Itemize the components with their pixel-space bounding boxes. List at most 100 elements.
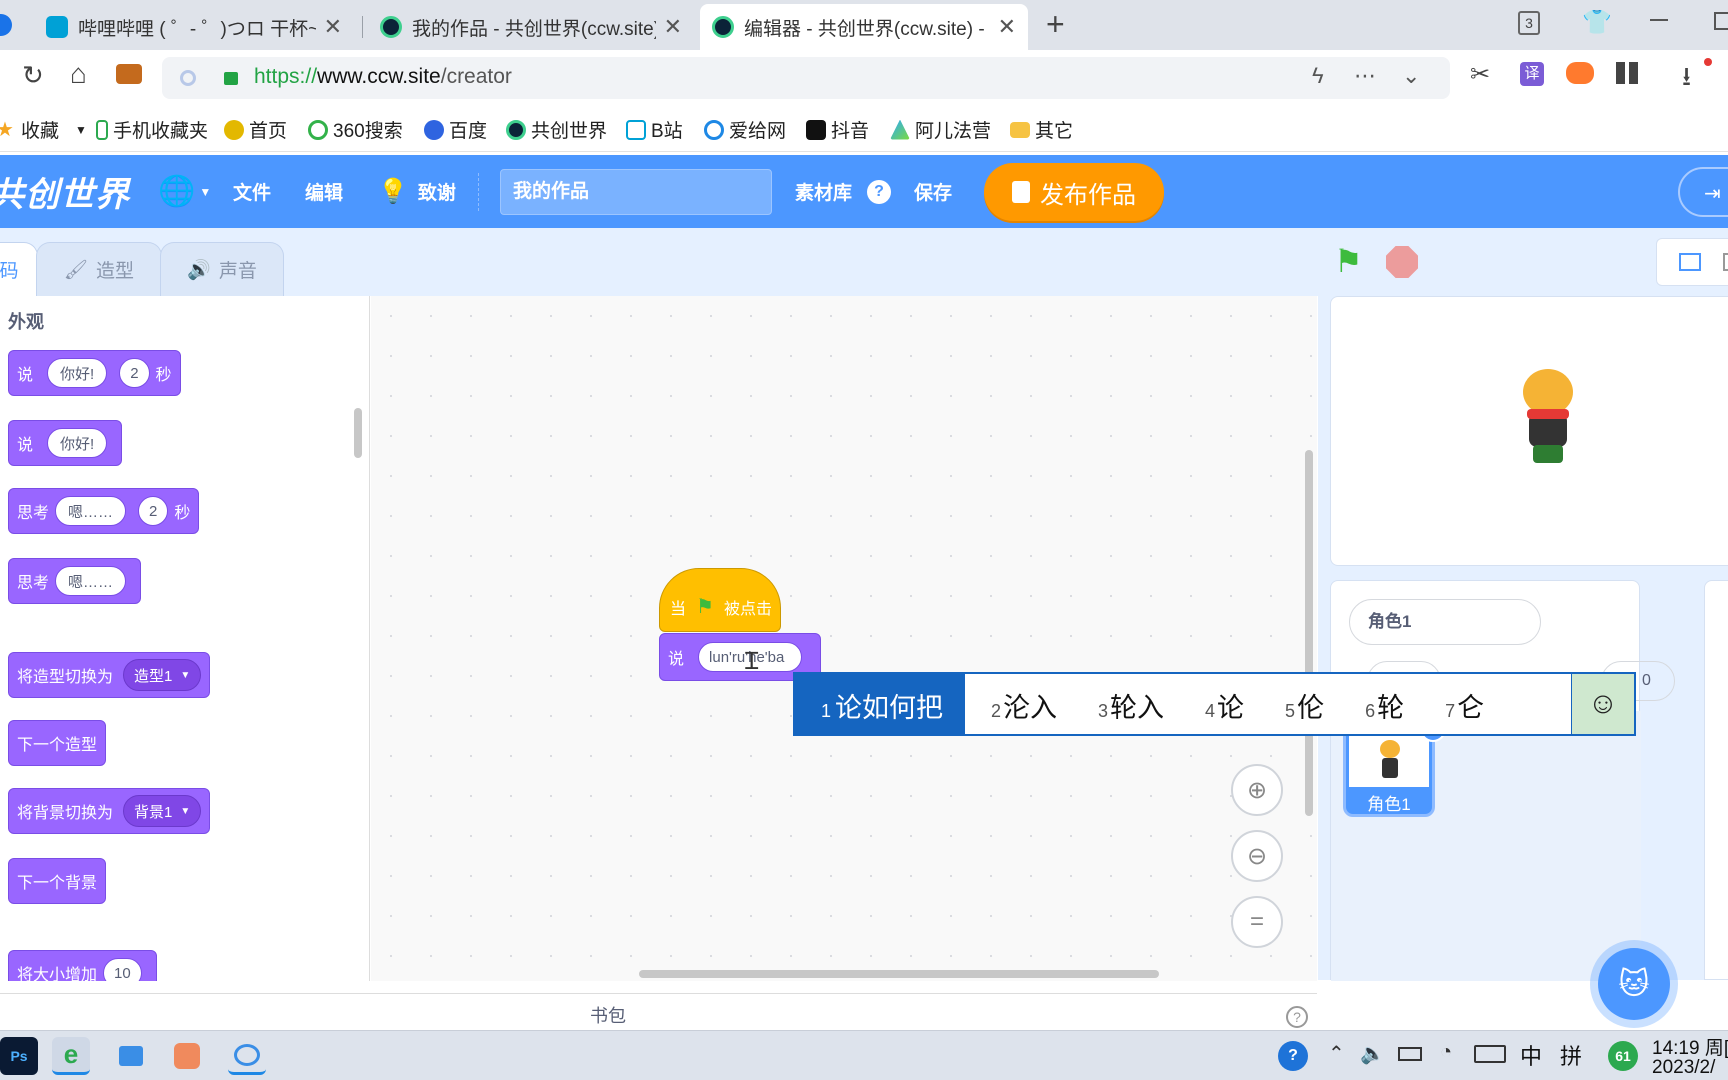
bookmark-baidu[interactable]: 百度 xyxy=(424,116,487,143)
block-number-input[interactable]: 2 xyxy=(119,358,150,388)
battery-icon[interactable] xyxy=(1398,1047,1422,1061)
tab-sounds[interactable]: 🔊 声音 xyxy=(160,242,284,296)
taskbar-game[interactable] xyxy=(168,1037,206,1075)
file-menu[interactable]: 文件 xyxy=(233,155,271,228)
block-think[interactable]: 思考 嗯…… xyxy=(8,558,142,604)
close-tab-icon[interactable]: ✕ xyxy=(998,14,1016,40)
backpack-bar[interactable]: 书包 ? xyxy=(0,993,1317,1029)
close-tab-icon[interactable]: ✕ xyxy=(324,14,342,40)
volume-icon[interactable]: 🔈 xyxy=(1360,1041,1385,1066)
ccw-logo[interactable]: 共创世界 xyxy=(0,155,130,228)
block-next-backdrop[interactable]: 下一个背景 xyxy=(8,858,107,904)
green-flag-button[interactable]: ⚑ xyxy=(1334,242,1363,280)
small-stage-icon[interactable] xyxy=(1679,253,1701,271)
sprite-name-input[interactable]: 角色1 xyxy=(1349,599,1541,645)
block-switch-backdrop[interactable]: 将背景切换为 背景1 ▼ xyxy=(8,788,211,834)
taskbar-app[interactable] xyxy=(228,1037,266,1075)
bookmark-bilibili[interactable]: B站 xyxy=(626,116,683,143)
bookmark-360[interactable]: 360搜索 xyxy=(308,116,403,143)
browser-tab-bilibili[interactable]: 哔哩哔哩 ( ゜- ゜)つロ 干杯~-b ✕ xyxy=(34,4,354,50)
layout-toggle[interactable] xyxy=(1656,238,1728,286)
ime-candidate-2[interactable]: 2沦入 xyxy=(991,686,1057,725)
clock-date[interactable]: 2023/2/ xyxy=(1652,1057,1715,1079)
scissors-icon[interactable]: ✂ xyxy=(1470,60,1490,89)
block-number-input[interactable]: 10 xyxy=(103,958,142,981)
shirt-icon[interactable]: 👕 xyxy=(1582,8,1612,37)
ime-candidate-6[interactable]: 6轮 xyxy=(1365,686,1404,725)
edit-menu[interactable]: 编辑 xyxy=(305,155,343,228)
close-tab-icon[interactable]: ✕ xyxy=(664,14,682,40)
lightning-icon[interactable]: ϟ xyxy=(1312,63,1324,89)
block-say-for-secs[interactable]: 说 你好! 2 秒 xyxy=(8,350,181,396)
stage-canvas[interactable] xyxy=(1330,296,1728,566)
help-icon[interactable]: ? xyxy=(867,180,891,204)
maximize-icon[interactable] xyxy=(1714,12,1728,30)
bookmark-others[interactable]: 其它 xyxy=(1010,116,1073,143)
block-change-size[interactable]: 将大小增加 10 xyxy=(8,950,157,981)
security-badge[interactable]: 61 xyxy=(1608,1041,1638,1071)
help-tray-icon[interactable]: ? xyxy=(1278,1041,1308,1071)
block-text-input[interactable]: 嗯…… xyxy=(55,566,127,596)
apps-grid-icon[interactable] xyxy=(1616,62,1638,84)
new-tab-icon[interactable]: + xyxy=(1046,6,1065,43)
bookmark-douyin[interactable]: 抖音 xyxy=(806,116,869,143)
taskbar-explorer[interactable] xyxy=(112,1037,150,1075)
zoom-out-button[interactable]: ⊖ xyxy=(1231,830,1283,882)
more-icon[interactable]: ⋯ xyxy=(1354,63,1376,89)
help-circle-icon[interactable]: ? xyxy=(1286,1006,1308,1028)
url-field[interactable]: https://www.ccw.site/creator ϟ ⋯ ⌄ xyxy=(162,57,1450,99)
language-menu[interactable]: 🌐 ▼ xyxy=(158,155,211,228)
site-info-icon[interactable] xyxy=(180,70,196,86)
block-text-input[interactable]: 嗯…… xyxy=(55,496,127,526)
block-text-input[interactable]: 你好! xyxy=(47,358,108,388)
ime-candidate-4[interactable]: 4论 xyxy=(1205,686,1244,725)
zoom-in-button[interactable]: ⊕ xyxy=(1231,764,1283,816)
tribute-menu[interactable]: 💡 致谢 xyxy=(378,155,456,228)
bookmark-ccw[interactable]: 共创世界 xyxy=(506,116,607,143)
gamepad-icon[interactable] xyxy=(1566,62,1594,84)
project-title-input[interactable]: 我的作品 xyxy=(500,169,772,215)
bookmark-mobile[interactable]: 手机收藏夹 xyxy=(96,116,208,143)
stop-button[interactable] xyxy=(1386,246,1418,278)
ime-candidate-7[interactable]: 7仑 xyxy=(1445,686,1484,725)
save-button[interactable]: 保存 xyxy=(914,155,952,228)
block-think-for-secs[interactable]: 思考 嗯…… 2 秒 xyxy=(8,488,200,534)
ime-language-indicator[interactable]: 中 xyxy=(1520,1039,1542,1071)
block-say[interactable]: 说 你好! xyxy=(8,420,123,466)
backdrop-dropdown[interactable]: 背景1 ▼ xyxy=(123,795,202,827)
sprite-character[interactable] xyxy=(1509,369,1587,469)
bookmark-alpha[interactable]: 阿儿法营 xyxy=(890,116,991,143)
wifi-icon[interactable]: ◔ xyxy=(1440,1041,1452,1064)
workspace-horizontal-scrollbar[interactable] xyxy=(639,970,1159,978)
keyboard-icon[interactable] xyxy=(1474,1045,1506,1063)
tab-count-badge[interactable]: 3 xyxy=(1518,11,1540,35)
bookmark-favorites[interactable]: ★ 收藏 ▼ xyxy=(0,116,87,143)
ime-candidate-1[interactable]: 1 论如何把 xyxy=(821,686,943,725)
block-next-costume[interactable]: 下一个造型 xyxy=(8,720,107,766)
ime-candidate-3[interactable]: 3轮入 xyxy=(1098,686,1164,725)
sprite-tile[interactable]: 角色1 ✕ xyxy=(1343,716,1446,817)
workspace-vertical-scrollbar[interactable] xyxy=(1305,450,1313,816)
browser-tab-editor[interactable]: 编辑器 - 共创世界(ccw.site) - ✕ xyxy=(700,4,1028,50)
minimize-icon[interactable] xyxy=(1650,19,1668,21)
chevron-down-icon[interactable]: ⌄ xyxy=(1402,63,1420,89)
translate-icon[interactable]: 译 xyxy=(1520,62,1544,86)
tab-costumes[interactable]: 🖌 造型 xyxy=(36,242,162,296)
ime-candidate-5[interactable]: 5伦 xyxy=(1285,686,1324,725)
reload-icon[interactable]: ↻ xyxy=(22,60,44,91)
palette-scrollbar[interactable] xyxy=(354,408,362,458)
taskbar-browser[interactable]: e xyxy=(52,1037,90,1075)
ime-mode-indicator[interactable]: 拼 xyxy=(1560,1039,1582,1071)
home-icon[interactable]: ⌂ xyxy=(70,58,87,90)
hat-block-when-flag-clicked[interactable]: 当 ⚑ 被点击 xyxy=(659,568,781,632)
briefcase-icon[interactable] xyxy=(116,64,142,84)
block-number-input[interactable]: 2 xyxy=(138,496,169,526)
taskbar-photoshop[interactable]: Ps xyxy=(0,1037,38,1075)
tab-code[interactable]: 码 xyxy=(0,242,38,296)
publish-button[interactable]: 发布作品 xyxy=(984,163,1164,221)
assets-menu[interactable]: 素材库 xyxy=(795,155,852,228)
download-icon[interactable]: ⭳ xyxy=(1682,58,1691,102)
block-text-input[interactable]: 你好! xyxy=(47,428,108,458)
zoom-reset-button[interactable]: = xyxy=(1231,896,1283,948)
ime-emoji-button[interactable]: ☺ xyxy=(1571,674,1634,734)
